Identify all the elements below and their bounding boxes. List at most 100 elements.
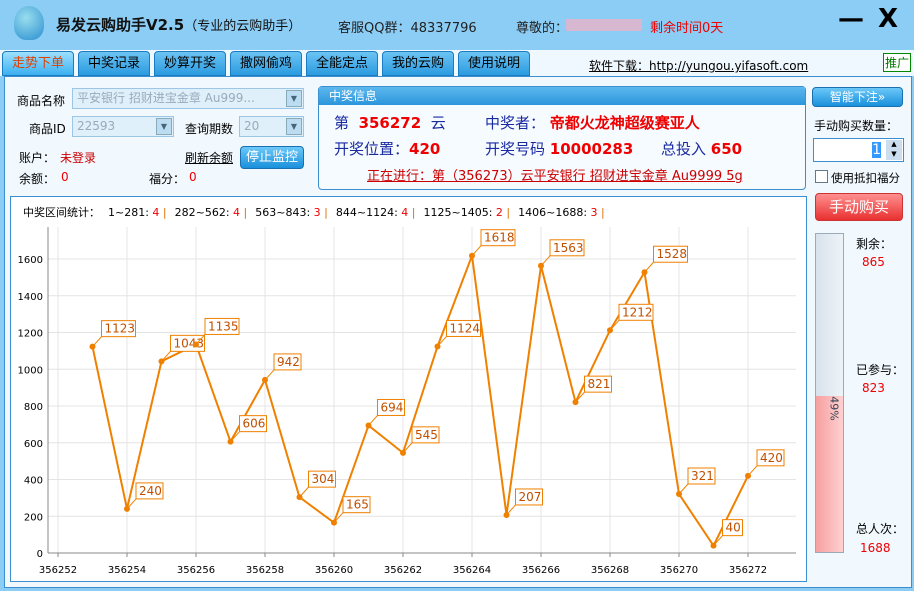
label-leader bbox=[540, 255, 551, 267]
series-line bbox=[91, 255, 749, 548]
invest-line: 总投入 650 bbox=[661, 138, 742, 159]
position-value: 420 bbox=[409, 140, 441, 158]
invest-value: 650 bbox=[710, 140, 743, 158]
x-tick-label: 356266 bbox=[522, 565, 560, 576]
x-tick-label: 356258 bbox=[246, 565, 284, 576]
label-leader bbox=[368, 415, 378, 426]
data-label: 942 bbox=[277, 355, 300, 369]
label-leader bbox=[92, 336, 102, 347]
data-label: 545 bbox=[415, 428, 438, 442]
product-name-value: 平安银行 招财进宝金章 Au999... bbox=[77, 91, 255, 105]
stop-monitor-button[interactable]: 停止监控 bbox=[240, 146, 304, 169]
tab-trend-order[interactable]: 走势下单 bbox=[2, 51, 74, 76]
y-tick-label: 600 bbox=[24, 439, 43, 450]
product-id-value: 22593 bbox=[77, 119, 116, 133]
tab-net[interactable]: 撒网偷鸡 bbox=[230, 51, 302, 76]
promo-button[interactable]: 推广 bbox=[883, 53, 912, 72]
qty-spinner[interactable]: 1 ▲ ▼ bbox=[813, 138, 904, 162]
stat-range: 1125~1405: 2 | bbox=[424, 206, 511, 219]
tab-win-records[interactable]: 中奖记录 bbox=[78, 51, 150, 76]
title-text: 易发云购助手V2.5 bbox=[56, 16, 185, 34]
x-tick-label: 356262 bbox=[384, 565, 422, 576]
data-label: 1124 bbox=[450, 321, 481, 335]
data-label: 1528 bbox=[657, 247, 688, 261]
range-count: 3 bbox=[590, 206, 598, 219]
stats-ranges: 1~281: 4 | 282~562: 4 | 563~843: 3 | 844~11… bbox=[100, 206, 605, 219]
x-tick-label: 356268 bbox=[591, 565, 629, 576]
y-tick-label: 1600 bbox=[18, 255, 43, 266]
x-tick-label: 356256 bbox=[177, 565, 215, 576]
product-name-label: 商品名称 bbox=[17, 94, 66, 108]
data-label: 40 bbox=[726, 521, 741, 535]
data-label: 1618 bbox=[484, 231, 515, 245]
position-label: 开奖位置： bbox=[334, 140, 410, 158]
total-value: 1688 bbox=[860, 541, 891, 555]
number-line: 开奖号码 10000283 bbox=[485, 138, 633, 159]
product-name-select[interactable]: 平安银行 招财进宝金章 Au999... ▼ bbox=[72, 88, 304, 109]
data-label: 1212 bbox=[622, 305, 653, 319]
range-separator: | bbox=[408, 206, 416, 219]
yun-text: 云 bbox=[430, 114, 446, 132]
subtitle: （专业的云购助手） bbox=[184, 19, 302, 34]
number-label: 开奖号码 bbox=[485, 140, 546, 158]
stats-bar: 中奖区间统计： 1~281: 4 | 282~562: 4 | 563~843: 3 … bbox=[23, 204, 605, 220]
use-points-checkbox[interactable] bbox=[815, 170, 828, 183]
progress-text: 49% bbox=[827, 396, 841, 421]
refresh-balance-link[interactable]: 刷新余额 bbox=[185, 149, 233, 166]
x-tick-label: 356272 bbox=[729, 565, 767, 576]
minimize-button[interactable]: — bbox=[838, 4, 864, 34]
label-leader bbox=[747, 465, 758, 477]
tab-calc[interactable]: 妙算开奖 bbox=[154, 51, 226, 76]
range-label: 1125~1405: bbox=[423, 206, 493, 219]
winner-line: 中奖者： 帝都火龙神超级赛亚人 bbox=[485, 112, 700, 133]
range-label: 563~843: bbox=[255, 206, 311, 219]
x-tick-label: 356270 bbox=[660, 565, 698, 576]
label-leader bbox=[678, 483, 689, 495]
period-value: 356272 bbox=[358, 114, 422, 132]
stat-range: 844~1124: 4 | bbox=[336, 206, 416, 219]
range-separator: | bbox=[240, 206, 248, 219]
greeting: 尊敬的： bbox=[516, 21, 569, 36]
up-arrow-icon[interactable]: ▲ bbox=[886, 140, 902, 150]
label-leader bbox=[264, 369, 275, 381]
tab-fixed-point[interactable]: 全能定点 bbox=[306, 51, 378, 76]
product-id-select[interactable]: 22593 ▼ bbox=[72, 116, 174, 137]
data-label: 821 bbox=[588, 377, 611, 391]
joined-value: 823 bbox=[862, 381, 885, 395]
close-button[interactable]: X bbox=[878, 4, 898, 34]
periods-select[interactable]: 20 ▼ bbox=[239, 116, 304, 137]
down-arrow-icon[interactable]: ▼ bbox=[886, 150, 902, 160]
winner-info-panel: 中奖信息 第 356272 云 中奖者： 帝都火龙神超级赛亚人 开奖位置：420… bbox=[318, 86, 806, 190]
tab-help[interactable]: 使用说明 bbox=[458, 51, 530, 76]
periods-label: 查询期数 bbox=[185, 122, 234, 136]
stat-range: 1406~1688: 3 | bbox=[518, 206, 605, 219]
winner-info-header: 中奖信息 bbox=[319, 87, 805, 105]
manual-buy-button[interactable]: 手动购买 bbox=[815, 193, 903, 221]
x-tick-label: 356252 bbox=[39, 565, 77, 576]
position-line: 开奖位置：420 bbox=[334, 138, 440, 159]
label-leader bbox=[299, 486, 309, 498]
y-tick-label: 1000 bbox=[18, 365, 43, 376]
range-separator: | bbox=[502, 206, 511, 219]
winner-label: 中奖者： bbox=[485, 114, 546, 132]
tab-my-yungou[interactable]: 我的云购 bbox=[382, 51, 454, 76]
balance-label: 余额： bbox=[19, 172, 56, 186]
qty-value: 1 bbox=[872, 142, 881, 158]
ongoing-link[interactable]: 正在进行：第（356273）云平安银行 招财进宝金章 Au9999 5g bbox=[367, 165, 743, 184]
range-label: 1~281: bbox=[108, 206, 149, 219]
download-link[interactable]: 软件下载：http://yungou.yifasoft.com bbox=[589, 57, 808, 74]
chevron-down-icon: ▼ bbox=[156, 118, 172, 135]
y-tick-label: 1200 bbox=[18, 329, 43, 340]
trend-line-chart: 0 200 400 600 800 1000 1200 1400 1600 356252 35625… bbox=[18, 227, 796, 576]
data-label: 420 bbox=[760, 451, 783, 465]
chevron-down-icon: ▼ bbox=[286, 118, 302, 135]
range-label: 1406~1688: bbox=[518, 206, 588, 219]
x-tick-label: 356254 bbox=[108, 565, 146, 576]
smart-bet-button[interactable]: 智能下注» bbox=[812, 87, 903, 107]
joined-label: 已参与： bbox=[856, 363, 905, 377]
stat-range: 563~843: 3 | bbox=[255, 206, 328, 219]
y-tick-label: 800 bbox=[24, 402, 43, 413]
tab-bar: 走势下单 中奖记录 妙算开奖 撒网偷鸡 全能定点 我的云购 使用说明 软件下载：… bbox=[0, 50, 914, 76]
y-tick-label: 400 bbox=[24, 476, 43, 487]
data-label: 1135 bbox=[208, 319, 239, 333]
